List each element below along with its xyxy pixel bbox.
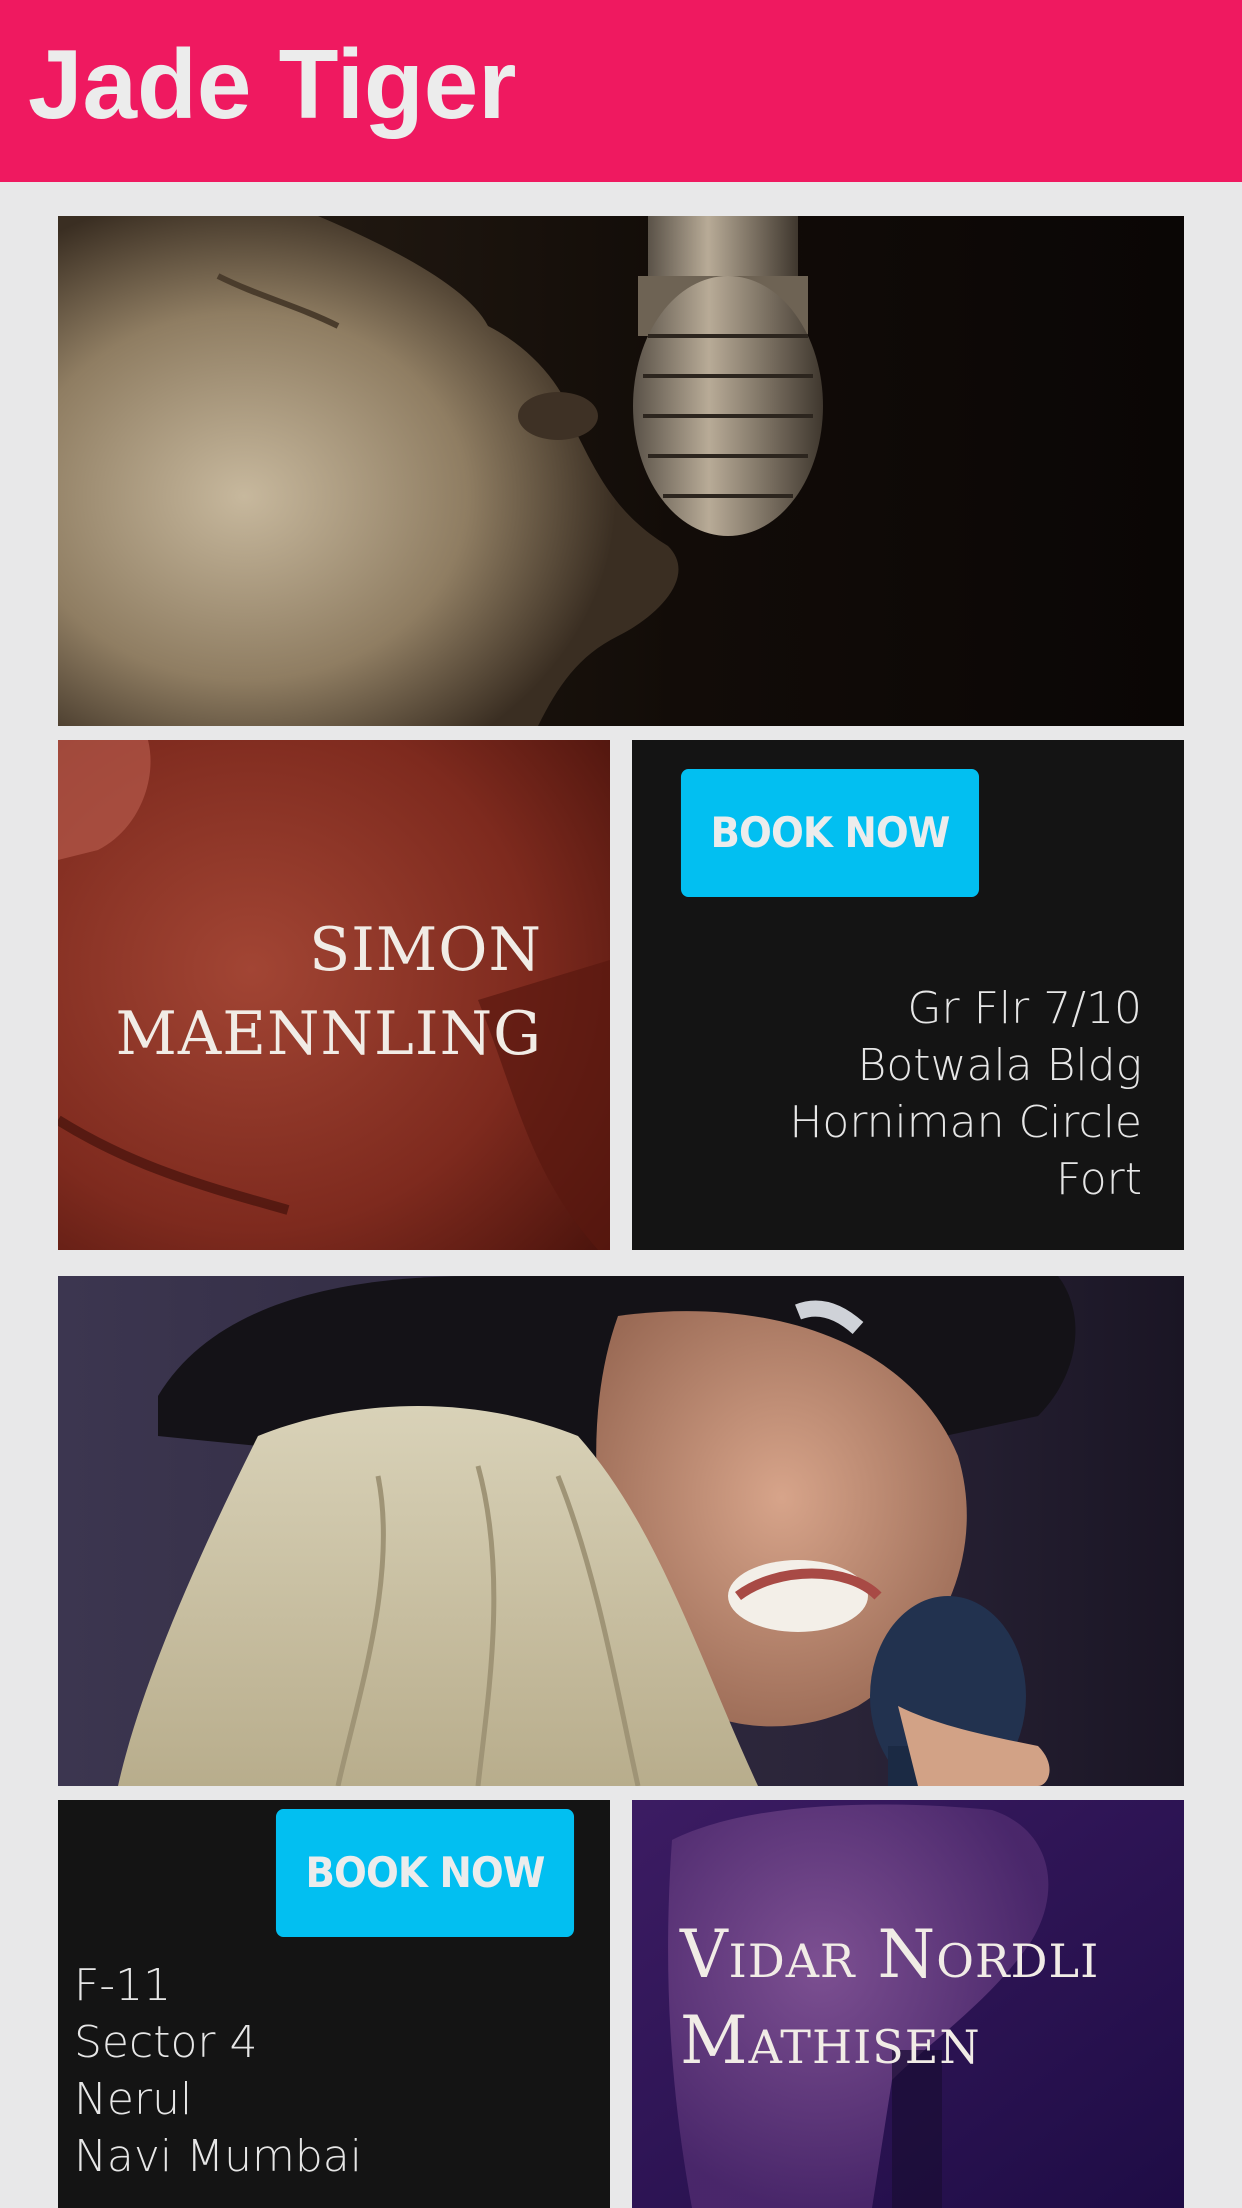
address-line: Gr Flr 7/10 — [907, 983, 1142, 1034]
venue-card-2: BOOK NOW F-11 Sector 4 Nerul Navi Mumbai — [58, 1800, 610, 2208]
event-hero-image-1[interactable] — [58, 216, 1184, 726]
address-line: Horniman Circle — [789, 1097, 1142, 1148]
artist-name-2: Vidar Nordli Mathisen — [680, 1912, 1099, 2084]
address-line: Fort — [1055, 1154, 1142, 1205]
artist-name-line: MAENNLING — [115, 999, 542, 1069]
artist-card-1[interactable]: SIMON MAENNLING — [58, 740, 610, 1250]
artist-name-1: SIMON MAENNLING — [115, 908, 542, 1076]
address-line: Nerul — [74, 2074, 193, 2125]
artist-name-line: Mathisen — [680, 2002, 981, 2079]
address-line: Navi Mumbai — [74, 2131, 362, 2182]
address-line: Sector 4 — [74, 2017, 258, 2068]
artist-card-2[interactable]: Vidar Nordli Mathisen — [632, 1800, 1184, 2208]
venue-address-1: Gr Flr 7/10 Botwala Bldg Horniman Circle… — [789, 980, 1142, 1208]
venue-card-1: BOOK NOW Gr Flr 7/10 Botwala Bldg Hornim… — [632, 740, 1184, 1250]
address-line: Botwala Bldg — [857, 1040, 1142, 1091]
blonde-singer-photo — [58, 1276, 1184, 1786]
app-header: Jade Tiger — [0, 0, 1242, 182]
book-now-button-1[interactable]: BOOK NOW — [680, 769, 980, 897]
venue-address-2: F-11 Sector 4 Nerul Navi Mumbai — [74, 1957, 362, 2185]
book-now-button-2[interactable]: BOOK NOW — [275, 1809, 575, 1937]
address-line: F-11 — [74, 1960, 172, 2011]
event-hero-image-2[interactable] — [58, 1276, 1184, 1786]
app-title: Jade Tiger — [28, 29, 517, 139]
artist-name-line: SIMON — [309, 915, 542, 985]
singer-microphone-photo — [58, 216, 1184, 726]
artist-name-line: Vidar Nordli — [680, 1916, 1100, 1993]
